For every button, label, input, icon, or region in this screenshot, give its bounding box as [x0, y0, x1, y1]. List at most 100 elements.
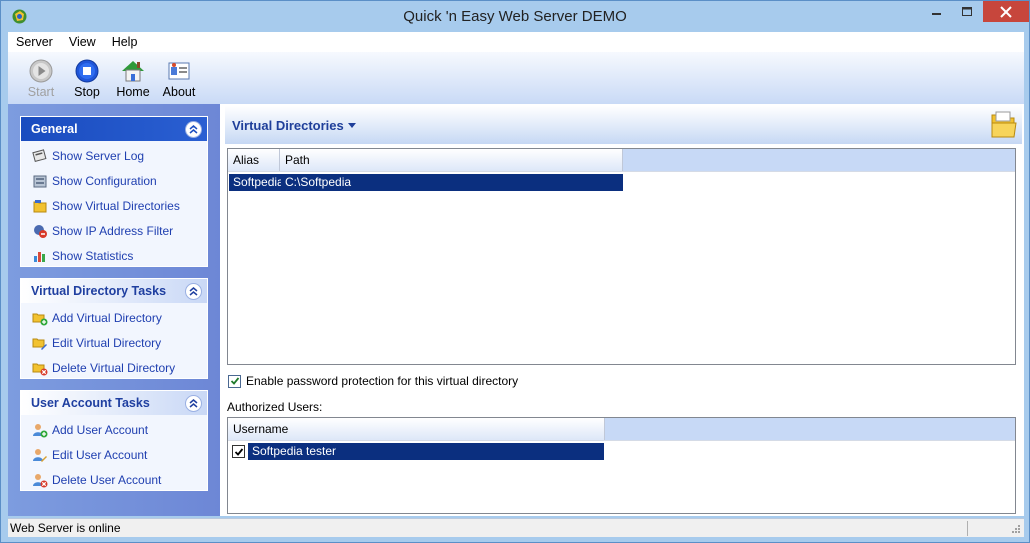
group-general: General Show Server Log Show Configurati…: [20, 116, 208, 267]
collapse-icon[interactable]: [185, 282, 202, 300]
folder-add-icon: [32, 313, 48, 325]
minimize-button[interactable]: [923, 1, 951, 22]
chevron-down-icon[interactable]: [347, 122, 356, 128]
password-protection-option[interactable]: Enable password protection for this virt…: [228, 374, 518, 388]
task-label: Delete User Account: [52, 472, 162, 487]
collapse-icon[interactable]: [185, 394, 202, 412]
password-protection-label: Enable password protection for this virt…: [246, 374, 519, 388]
task-label: Show Statistics: [52, 248, 134, 263]
folder-delete-icon: [32, 363, 48, 375]
menu-help[interactable]: Help: [104, 35, 146, 49]
task-label: Add Virtual Directory: [52, 310, 162, 325]
user-checkbox[interactable]: [232, 445, 245, 458]
task-label: Delete Virtual Directory: [52, 360, 176, 375]
user-add-icon: [33, 423, 48, 437]
about-icon: [166, 58, 192, 84]
cell-path: C:\Softpedia: [281, 174, 623, 191]
maximize-button[interactable]: [953, 1, 981, 22]
group-virtual-directory-tasks: Virtual Directory Tasks Add Virtual Dire…: [20, 278, 208, 379]
task-delete-virtual-directory[interactable]: Delete Virtual Directory: [21, 355, 207, 380]
main-content: Virtual Directories Alias Path Softpedia…: [220, 104, 1024, 516]
task-delete-user-account[interactable]: Delete User Account: [21, 467, 207, 492]
maximize-icon: [962, 6, 972, 16]
task-label: Show IP Address Filter: [52, 223, 174, 238]
folder-icon: [991, 111, 1017, 138]
resize-grip-icon[interactable]: [1008, 523, 1021, 536]
minimize-icon: [932, 12, 941, 15]
column-username[interactable]: Username: [228, 418, 605, 440]
close-icon: [1000, 5, 1012, 18]
menu-bar: Server View Help: [8, 32, 1024, 52]
about-button[interactable]: About: [156, 52, 202, 102]
task-label: Show Server Log: [52, 148, 145, 163]
app-window: Quick 'n Easy Web Server DEMO Server Vie…: [0, 0, 1030, 543]
column-alias[interactable]: Alias: [228, 149, 280, 171]
about-label: About: [162, 85, 196, 99]
server-log-icon: [32, 148, 47, 162]
view-title-dropdown[interactable]: Virtual Directories: [232, 118, 344, 133]
menu-server[interactable]: Server: [8, 35, 61, 49]
user-edit-icon: [33, 448, 47, 462]
start-label: Start: [27, 85, 55, 99]
task-pane: General Show Server Log Show Configurati…: [8, 104, 220, 516]
group-vdir-title: Virtual Directory Tasks: [31, 284, 167, 298]
collapse-icon[interactable]: [185, 120, 202, 138]
start-button[interactable]: Start: [18, 52, 64, 102]
task-show-server-log[interactable]: Show Server Log: [21, 143, 207, 168]
users-list-header: Username: [228, 418, 1015, 441]
status-bar: Web Server is online: [8, 518, 1024, 537]
vdir-list-header: Alias Path: [228, 149, 1015, 172]
stop-icon: [74, 58, 100, 84]
checkmark-icon: [234, 447, 243, 456]
play-icon: [28, 58, 54, 84]
task-show-ip-address-filter[interactable]: Show IP Address Filter: [21, 218, 207, 243]
menu-view[interactable]: View: [61, 35, 104, 49]
home-button[interactable]: Home: [110, 52, 156, 102]
authorized-users-list[interactable]: Username Softpedia tester: [227, 417, 1016, 514]
close-button[interactable]: [983, 1, 1029, 22]
column-path[interactable]: Path: [280, 149, 623, 171]
task-label: Show Virtual Directories: [52, 198, 180, 213]
task-edit-virtual-directory[interactable]: Edit Virtual Directory: [21, 330, 207, 355]
table-row[interactable]: Softpedia C:\Softpedia: [228, 174, 1015, 191]
table-row[interactable]: Softpedia tester: [228, 443, 1015, 460]
group-user-header[interactable]: User Account Tasks: [21, 391, 207, 415]
task-label: Add User Account: [52, 422, 149, 437]
group-general-title: General: [31, 122, 78, 136]
authorized-users-label: Authorized Users:: [227, 400, 323, 414]
stop-button[interactable]: Stop: [64, 52, 110, 102]
home-icon: [120, 58, 146, 84]
task-show-virtual-directories[interactable]: Show Virtual Directories: [21, 193, 207, 218]
home-label: Home: [116, 85, 150, 99]
checkmark-icon: [230, 377, 239, 385]
statistics-icon: [34, 251, 45, 262]
folder-icon: [33, 199, 47, 212]
column-filler: [605, 418, 1015, 440]
toolbar: Start Stop Home About: [8, 52, 1024, 104]
stop-label: Stop: [74, 85, 100, 99]
password-protection-checkbox[interactable]: [228, 374, 241, 388]
task-add-user-account[interactable]: Add User Account: [21, 417, 207, 442]
task-show-statistics[interactable]: Show Statistics: [21, 243, 207, 268]
group-general-header[interactable]: General: [21, 117, 207, 141]
group-user-title: User Account Tasks: [31, 396, 150, 410]
configuration-icon: [33, 175, 47, 187]
status-divider: [967, 521, 968, 536]
ip-filter-icon: [34, 224, 47, 238]
cell-username: Softpedia tester: [248, 443, 604, 460]
group-vdir-header[interactable]: Virtual Directory Tasks: [21, 279, 207, 303]
task-add-virtual-directory[interactable]: Add Virtual Directory: [21, 305, 207, 330]
task-label: Edit User Account: [52, 447, 148, 462]
window-title: Quick 'n Easy Web Server DEMO: [403, 8, 627, 25]
task-label: Edit Virtual Directory: [52, 335, 162, 350]
user-delete-icon: [33, 473, 48, 487]
task-show-configuration[interactable]: Show Configuration: [21, 168, 207, 193]
folder-edit-icon: [32, 338, 47, 350]
content-header: Virtual Directories: [225, 106, 1022, 144]
virtual-directories-list[interactable]: Alias Path Softpedia C:\Softpedia: [227, 148, 1016, 365]
cell-alias: Softpedia: [229, 174, 284, 191]
task-label: Show Configuration: [52, 173, 157, 188]
task-edit-user-account[interactable]: Edit User Account: [21, 442, 207, 467]
column-filler: [623, 149, 1015, 171]
title-bar[interactable]: Quick 'n Easy Web Server DEMO: [1, 1, 1029, 32]
